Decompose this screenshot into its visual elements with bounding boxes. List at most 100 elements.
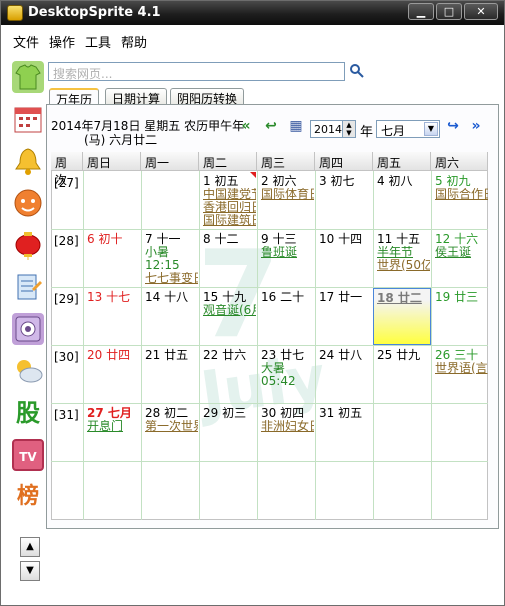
day-label: 17 廿一	[319, 290, 363, 304]
day-cell-25[interactable]: 25 廿九	[374, 346, 430, 403]
event-label[interactable]: 香港回归日	[203, 201, 256, 214]
forward-icon[interactable]: ↪	[444, 118, 462, 134]
event-label[interactable]: 国际建筑日	[203, 214, 256, 227]
year-spinner[interactable]: ▲ ▼	[342, 120, 356, 138]
search-input[interactable]: 搜索网页...	[48, 62, 345, 81]
day-cell-9[interactable]: 9 十三 鲁班诞	[258, 230, 314, 287]
day-label: 29 初三	[203, 406, 247, 420]
day-cell-28[interactable]: 28 初二 第一次世界	[142, 404, 198, 461]
event-label[interactable]: 世界(50亿)	[377, 259, 430, 272]
minimize-button[interactable]: ▁	[408, 3, 434, 20]
day-label: 15 十九	[203, 290, 247, 304]
solar-term-label: 小暑	[145, 246, 170, 259]
event-label[interactable]: 开息门	[87, 420, 140, 433]
day-cell-8[interactable]: 8 十二	[200, 230, 256, 287]
day-cell-7[interactable]: 7 十一 小暑 12:15 七七事变日	[142, 230, 198, 287]
menu-tools[interactable]: 工具	[85, 32, 111, 51]
day-cell-26[interactable]: 26 三十 世界语(言)	[432, 346, 488, 403]
day-label: 20 廿四	[87, 348, 131, 362]
day-cell-10[interactable]: 10 十四	[316, 230, 372, 287]
event-label[interactable]: 第一次世界	[145, 420, 198, 433]
search-icon[interactable]	[350, 64, 364, 78]
event-label[interactable]: 中国建党节	[203, 188, 256, 201]
day-label: 14 十八	[145, 290, 189, 304]
day-cell-19[interactable]: 19 廿三	[432, 288, 488, 345]
day-cell-13[interactable]: 13 十七	[84, 288, 140, 345]
close-button[interactable]: ✕	[464, 3, 498, 20]
day-cell-1[interactable]: 1 初五 中国建党节 香港回归日 国际建筑日	[200, 172, 256, 229]
stock-icon[interactable]: 股	[12, 397, 44, 429]
shirt-icon[interactable]	[12, 61, 44, 93]
day-label: 26 三十	[435, 348, 479, 362]
lantern-icon[interactable]	[12, 229, 44, 261]
event-label[interactable]: 侯王诞	[435, 246, 488, 259]
day-cell-24[interactable]: 24 廿八	[316, 346, 372, 403]
day-label: 19 廿三	[435, 290, 479, 304]
day-label: 3 初七	[319, 174, 355, 188]
month-select[interactable]: 七月 ▼	[376, 120, 440, 138]
calendar-icon[interactable]	[12, 103, 44, 135]
event-label[interactable]: 世界语(言)	[435, 362, 488, 375]
day-cell-20[interactable]: 20 廿四	[84, 346, 140, 403]
menu-file[interactable]: 文件	[13, 32, 39, 51]
notepad-icon[interactable]	[12, 271, 44, 303]
day-cell-21[interactable]: 21 廿五	[142, 346, 198, 403]
today-icon[interactable]: ▦	[287, 118, 305, 134]
day-label: 7 十一	[145, 232, 181, 246]
title-bar[interactable]: DesktopSprite 4.1 ▁ □ ✕	[1, 1, 504, 25]
scroll-up-button[interactable]: ▲	[20, 537, 40, 557]
day-cell-2[interactable]: 2 初六 国际体育日	[258, 172, 314, 229]
month-value: 七月	[381, 124, 406, 138]
next-year-icon[interactable]: »	[467, 118, 485, 134]
day-cell-6[interactable]: 6 初十	[84, 230, 140, 287]
day-cell-23[interactable]: 23 廿七 大暑 05:42	[258, 346, 314, 403]
face-icon[interactable]	[12, 187, 44, 219]
day-cell-3[interactable]: 3 初七	[316, 172, 372, 229]
event-label[interactable]: 观音诞(6月)	[203, 304, 256, 317]
event-label[interactable]: 国际合作日	[435, 188, 488, 201]
day-cell-5[interactable]: 5 初九 国际合作日	[432, 172, 488, 229]
day-cell-15[interactable]: 15 十九 观音诞(6月)	[200, 288, 256, 345]
day-label: 30 初四	[261, 406, 305, 420]
bell-icon[interactable]	[12, 145, 44, 177]
col-header-sun: 周日	[83, 152, 141, 171]
event-label[interactable]: 鲁班诞	[261, 246, 314, 259]
day-cell-16[interactable]: 16 二十	[258, 288, 314, 345]
day-cell-11[interactable]: 11 十五 半年节 世界(50亿)	[374, 230, 430, 287]
phone-icon[interactable]	[12, 313, 44, 345]
day-label: 23 廿七	[261, 348, 305, 362]
day-cell-4[interactable]: 4 初八	[374, 172, 430, 229]
day-label: 12 十六	[435, 232, 479, 246]
tv-icon[interactable]: TV	[12, 439, 44, 471]
event-label[interactable]: 半年节	[377, 246, 430, 259]
menu-help[interactable]: 帮助	[121, 32, 147, 51]
day-cell-22[interactable]: 22 廿六	[200, 346, 256, 403]
ranking-icon[interactable]: 榜	[12, 481, 44, 513]
day-cell-31[interactable]: 31 初五	[316, 404, 372, 461]
menu-operate[interactable]: 操作	[49, 32, 75, 51]
chevron-down-icon[interactable]: ▼	[424, 122, 438, 136]
event-label[interactable]: 非洲妇女日	[261, 420, 314, 433]
note-flag-icon	[250, 172, 256, 178]
back-icon[interactable]: ↩	[262, 118, 280, 134]
day-label: 8 十二	[203, 232, 239, 246]
maximize-button[interactable]: □	[436, 3, 462, 20]
scroll-down-button[interactable]: ▼	[20, 561, 40, 581]
prev-year-icon[interactable]: «	[237, 118, 255, 134]
day-label: 11 十五	[377, 232, 421, 246]
col-header-fri: 周五	[373, 152, 431, 171]
event-label[interactable]: 七七事变日	[145, 272, 198, 285]
day-cell-27[interactable]: 27 七月 开息门	[84, 404, 140, 461]
day-cell-14[interactable]: 14 十八	[142, 288, 198, 345]
day-label: 24 廿八	[319, 348, 363, 362]
day-cell-18-today[interactable]: 18 廿二	[373, 288, 431, 345]
day-cell-29[interactable]: 29 初三	[200, 404, 256, 461]
col-header-wed: 周三	[257, 152, 315, 171]
sidebar: 股 TV 榜 ▲ ▼	[1, 51, 44, 605]
weather-icon[interactable]	[12, 355, 44, 387]
day-cell-12[interactable]: 12 十六 侯王诞	[432, 230, 488, 287]
event-label[interactable]: 国际体育日	[261, 188, 314, 201]
week-number: [28]	[54, 234, 79, 248]
day-cell-17[interactable]: 17 廿一	[316, 288, 372, 345]
day-cell-30[interactable]: 30 初四 非洲妇女日	[258, 404, 314, 461]
